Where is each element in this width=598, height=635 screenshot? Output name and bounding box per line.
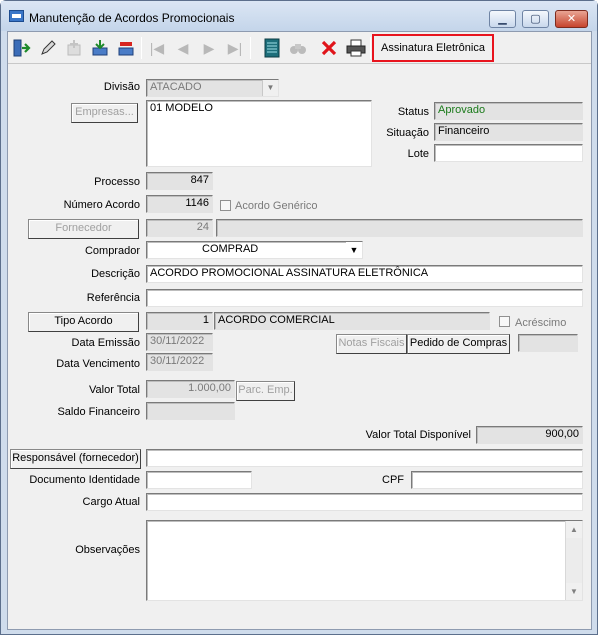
pedido-compras-button[interactable]: Pedido de Compras <box>407 334 510 354</box>
form-client-area: |◀ ◀ ▶ ▶| Assinatura Eletrônica Divisão … <box>7 31 592 630</box>
exit-icon[interactable] <box>11 37 33 59</box>
acordo-generico-checkbox[interactable] <box>220 200 231 211</box>
processo-label: Processo <box>94 176 140 188</box>
responsavel-field[interactable] <box>146 449 583 467</box>
toolbar-separator <box>141 37 142 59</box>
title-bar[interactable]: Manutenção de Acordos Promocionais ▁ ▢ ✕ <box>1 1 597 31</box>
data-emissao-field: 30/11/2022 <box>146 333 213 351</box>
next-record-icon: ▶ <box>203 40 215 56</box>
tipo-acordo-name-field: ACORDO COMERCIAL <box>214 312 490 330</box>
cpf-field[interactable] <box>411 471 583 489</box>
fornecedor-code-field: 24 <box>146 219 213 237</box>
acrescimo-checkbox[interactable] <box>499 316 510 327</box>
chevron-down-icon[interactable]: ▼ <box>262 80 278 96</box>
valor-total-disponivel-label: Valor Total Disponível <box>365 429 471 441</box>
notas-fiscais-button: Notas Fiscais <box>336 334 407 354</box>
referencia-label: Referência <box>86 292 140 304</box>
list-icon[interactable] <box>261 37 283 59</box>
maximize-button[interactable]: ▢ <box>522 10 549 28</box>
cargo-atual-field[interactable] <box>146 493 583 511</box>
status-field: Aprovado <box>434 102 583 120</box>
situacao-field: Financeiro <box>434 123 583 141</box>
chevron-down-icon[interactable]: ▼ <box>346 242 362 258</box>
saldo-financeiro-label: Saldo Financeiro <box>57 406 140 418</box>
processo-field: 847 <box>146 172 213 190</box>
valor-total-disponivel-field: 900,00 <box>476 426 583 444</box>
data-vencimento-field: 30/11/2022 <box>146 353 213 371</box>
empresas-button: Empresas... <box>71 103 138 123</box>
divisao-label: Divisão <box>103 81 140 93</box>
close-button[interactable]: ✕ <box>555 10 588 28</box>
documento-identidade-label: Documento Identidade <box>29 474 140 486</box>
cpf-label: CPF <box>382 474 404 486</box>
status-label: Status <box>397 106 429 118</box>
pedido-compras-field <box>518 334 578 352</box>
edit-icon[interactable] <box>37 37 59 59</box>
parc-emp-button: Parc. Emp. <box>236 381 295 401</box>
print-icon[interactable] <box>345 37 367 59</box>
lote-field[interactable] <box>434 144 583 162</box>
observacoes-scrollbar[interactable]: ▲ ▼ <box>565 521 582 600</box>
numero-acordo-field: 1146 <box>146 195 213 213</box>
tipo-acordo-code-field: 1 <box>146 312 213 330</box>
tipo-acordo-button[interactable]: Tipo Acordo <box>28 312 139 332</box>
referencia-field[interactable] <box>146 289 583 307</box>
lote-label: Lote <box>407 148 429 160</box>
acrescimo-label: Acréscimo <box>515 317 567 329</box>
comprador-select[interactable]: COMPRAD ▼ <box>146 241 363 259</box>
empresas-list[interactable]: 01 MODELO <box>146 100 372 167</box>
descricao-label: Descrição <box>91 268 140 280</box>
scroll-up-icon[interactable]: ▲ <box>566 521 582 538</box>
delete-icon[interactable] <box>318 37 340 59</box>
descricao-field[interactable]: ACORDO PROMOCIONAL ASSINATURA ELETRÔNICA <box>146 265 583 283</box>
last-record-icon: ▶| <box>227 40 243 56</box>
scroll-down-icon[interactable]: ▼ <box>566 583 582 600</box>
valor-total-label: Valor Total <box>89 384 140 396</box>
comprador-label: Comprador <box>84 245 140 257</box>
responsavel-button[interactable]: Responsável (fornecedor) <box>10 449 141 469</box>
previous-record-icon: ◀ <box>177 40 189 56</box>
divisao-value: ATACADO <box>150 81 202 93</box>
fornecedor-name-field <box>216 219 583 237</box>
valor-total-field: 1.000,00 <box>146 380 235 398</box>
toolbar: |◀ ◀ ▶ ▶| Assinatura Eletrônica <box>8 32 591 64</box>
cancel-edit-icon[interactable] <box>115 37 137 59</box>
find-icon <box>287 37 309 59</box>
acordo-generico-label: Acordo Genérico <box>235 200 318 212</box>
cargo-atual-label: Cargo Atual <box>82 496 140 508</box>
comprador-value: COMPRAD <box>202 243 259 255</box>
main-window: Manutenção de Acordos Promocionais ▁ ▢ ✕… <box>0 0 598 635</box>
app-icon <box>9 10 24 22</box>
divisao-select[interactable]: ATACADO ▼ <box>146 79 279 97</box>
data-emissao-label: Data Emissão <box>71 337 140 349</box>
toolbar-separator <box>370 37 371 59</box>
minimize-button[interactable]: ▁ <box>489 10 516 28</box>
toolbar-separator <box>250 37 251 59</box>
documento-identidade-field[interactable] <box>146 471 252 489</box>
window-title: Manutenção de Acordos Promocionais <box>29 11 235 25</box>
data-vencimento-label: Data Vencimento <box>56 358 140 370</box>
save-icon[interactable] <box>89 37 111 59</box>
add-icon <box>63 37 85 59</box>
observacoes-label: Observações <box>75 544 140 556</box>
saldo-financeiro-field <box>146 402 235 420</box>
situacao-label: Situação <box>386 127 429 139</box>
empresas-item[interactable]: 01 MODELO <box>150 102 213 114</box>
first-record-icon: |◀ <box>149 40 165 56</box>
numero-acordo-label: Número Acordo <box>63 199 140 211</box>
observacoes-textarea[interactable]: ▲ ▼ <box>146 520 583 601</box>
fornecedor-button: Fornecedor <box>28 219 139 239</box>
electronic-signature-button[interactable]: Assinatura Eletrônica <box>372 34 494 62</box>
